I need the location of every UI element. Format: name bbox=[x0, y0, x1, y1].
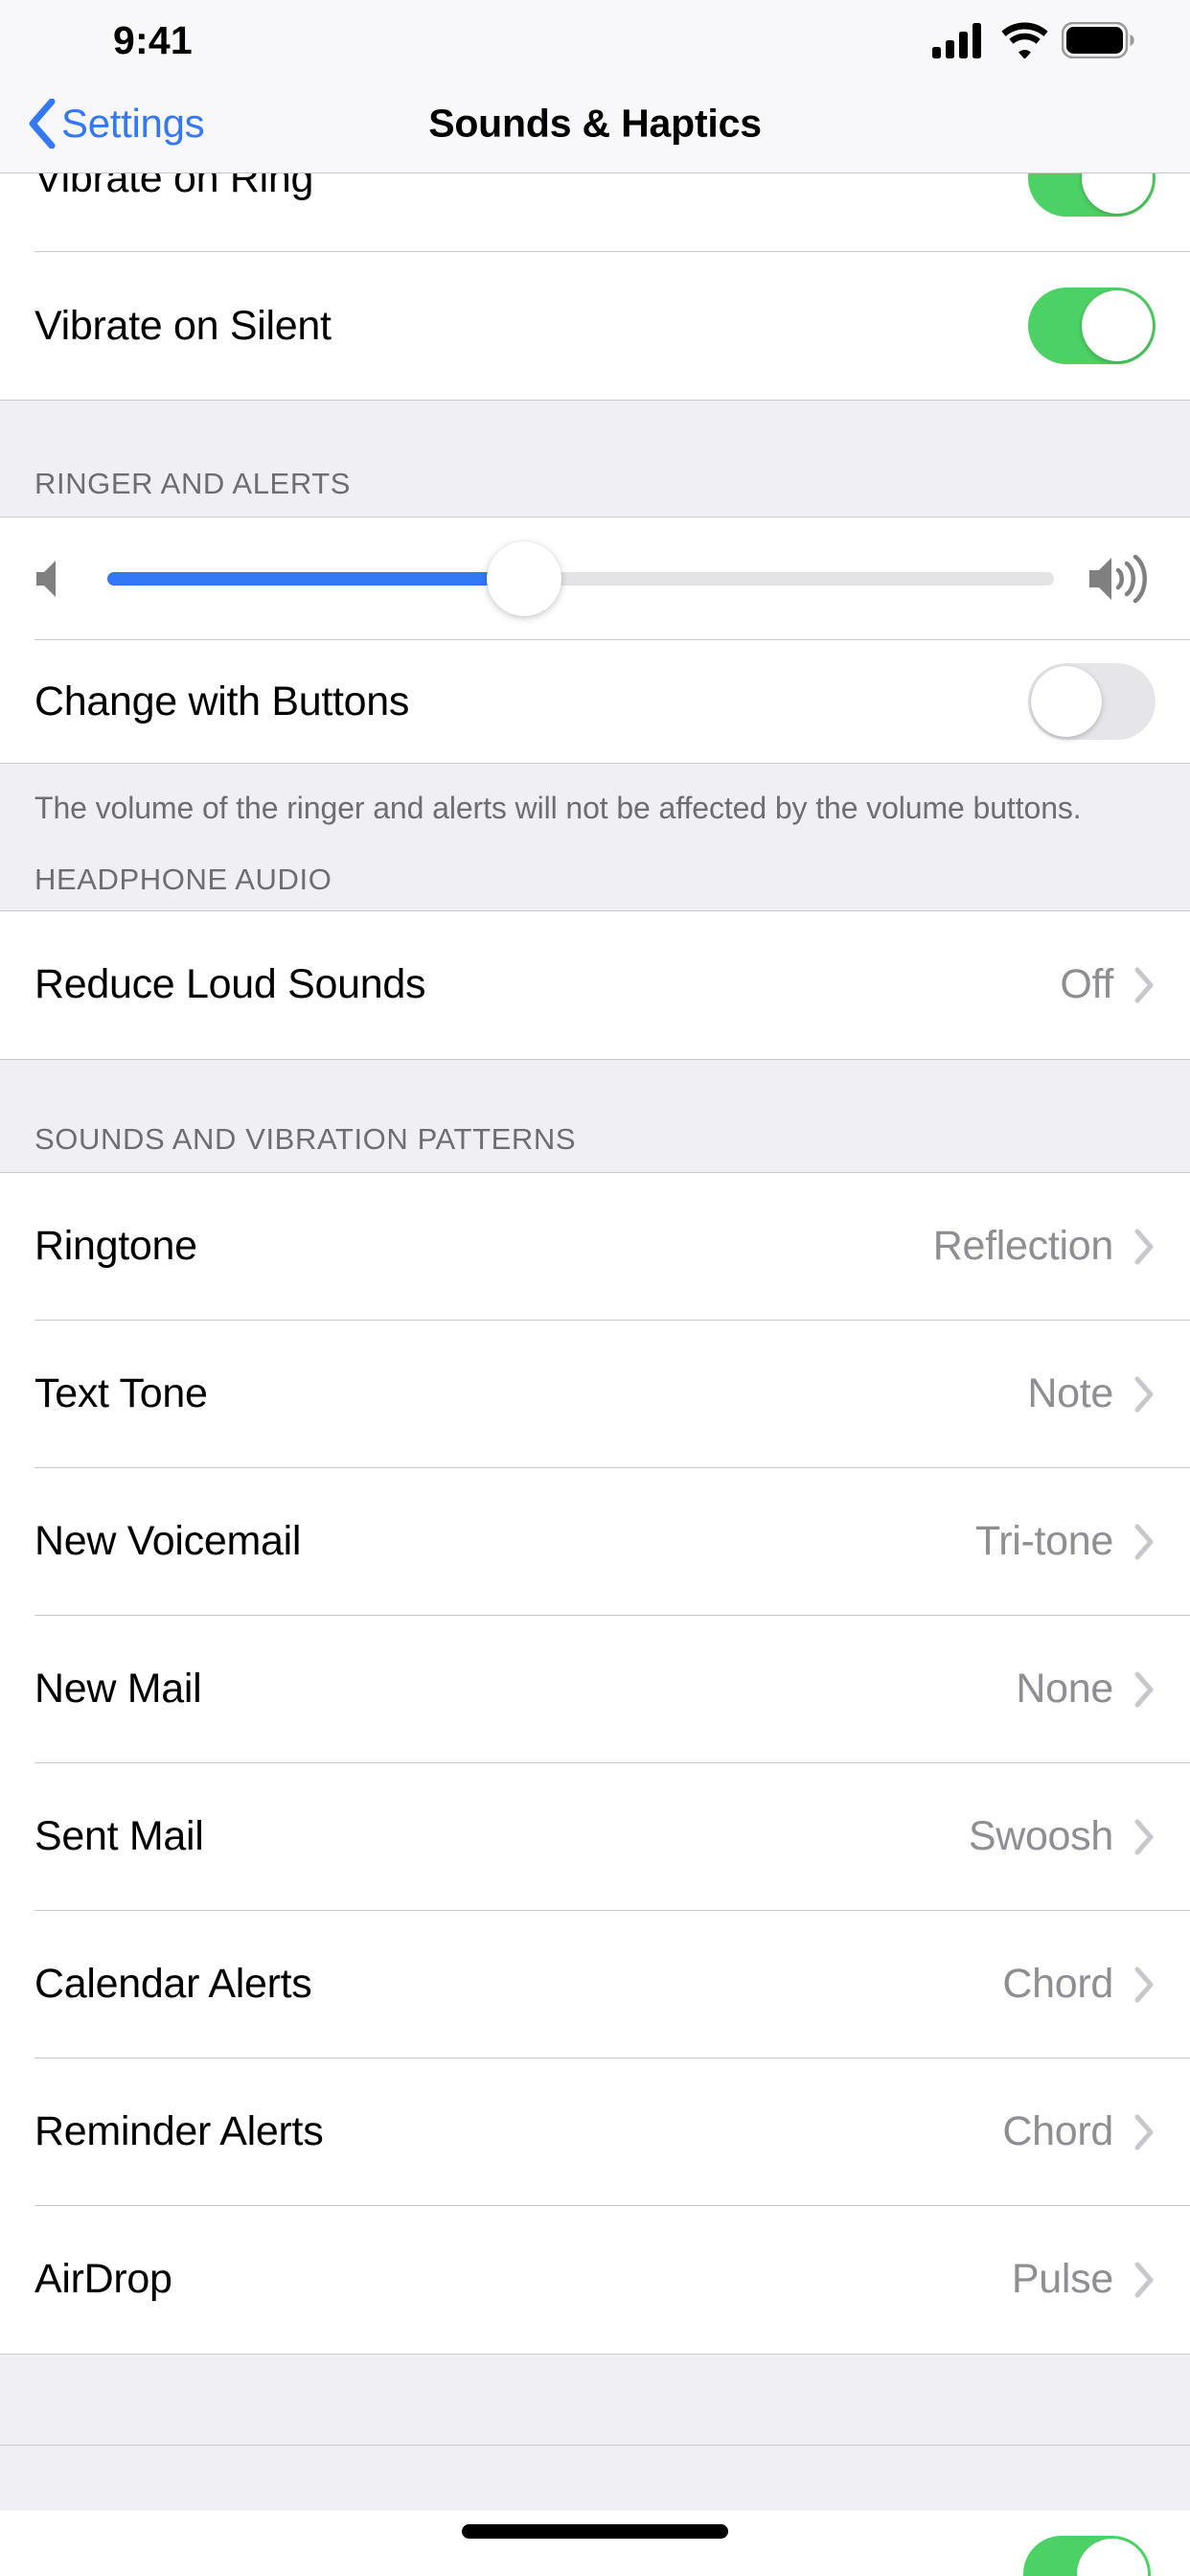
row-value: Chord bbox=[1002, 2108, 1113, 2155]
speaker-wave-icon bbox=[1089, 554, 1147, 604]
row-ringtone[interactable]: Ringtone Reflection bbox=[0, 1172, 1190, 1321]
vibrate-on-ring-toggle[interactable] bbox=[1028, 173, 1156, 217]
row-value: Off bbox=[1060, 961, 1113, 1008]
status-bar-indicators bbox=[932, 22, 1134, 58]
chevron-right-icon bbox=[1134, 967, 1154, 1003]
next-section-toggle-peek[interactable] bbox=[1023, 2536, 1151, 2576]
chevron-right-icon bbox=[1134, 2262, 1154, 2298]
row-reduce-loud-sounds[interactable]: Reduce Loud Sounds Off bbox=[0, 910, 1190, 1059]
home-indicator-area bbox=[0, 2511, 1190, 2576]
row-airdrop[interactable]: AirDrop Pulse bbox=[0, 2205, 1190, 2354]
home-indicator[interactable] bbox=[462, 2524, 728, 2539]
chevron-right-icon bbox=[1134, 1671, 1154, 1708]
row-sent-mail[interactable]: Sent Mail Swoosh bbox=[0, 1762, 1190, 1911]
row-new-mail[interactable]: New Mail None bbox=[0, 1615, 1190, 1763]
sounds-group: Ringtone Reflection Text Tone Note New Voice… bbox=[0, 1171, 1190, 2354]
chevron-right-icon bbox=[1134, 1524, 1154, 1560]
row-value: Swoosh bbox=[968, 1813, 1113, 1860]
row-calendar-alerts[interactable]: Calendar Alerts Chord bbox=[0, 1910, 1190, 2058]
back-button-label: Settings bbox=[61, 101, 205, 146]
cellular-signal-icon bbox=[932, 23, 981, 58]
vibrate-on-silent-toggle[interactable] bbox=[1028, 288, 1156, 364]
chevron-right-icon bbox=[1134, 1376, 1154, 1413]
row-new-voicemail[interactable]: New Voicemail Tri-tone bbox=[0, 1467, 1190, 1616]
speaker-mute-icon bbox=[36, 561, 56, 597]
row-reminder-alerts[interactable]: Reminder Alerts Chord bbox=[0, 2058, 1190, 2206]
row-value: Reflection bbox=[932, 1223, 1114, 1270]
row-label: Reduce Loud Sounds bbox=[34, 961, 426, 1008]
row-value: None bbox=[1016, 1666, 1113, 1713]
bottom-group-gap bbox=[0, 2353, 1190, 2446]
settings-scroll-view[interactable]: Vibrate on Ring Vibrate on Silent RINGER… bbox=[0, 173, 1190, 2576]
section-footer-ringer: The volume of the ringer and alerts will… bbox=[0, 763, 1190, 828]
status-bar: 9:41 bbox=[0, 0, 1190, 75]
slider-fill bbox=[107, 572, 524, 586]
navigation-bar: Settings Sounds & Haptics bbox=[0, 75, 1190, 173]
row-value: Chord bbox=[1002, 1961, 1113, 2008]
row-label: Change with Buttons bbox=[34, 678, 410, 724]
row-label: Vibrate on Ring bbox=[34, 173, 314, 201]
ringer-volume-row[interactable] bbox=[0, 518, 1190, 640]
wifi-icon bbox=[1001, 22, 1048, 58]
battery-full-icon bbox=[1062, 22, 1134, 58]
toggle-knob bbox=[1031, 666, 1102, 737]
section-header-headphone-audio: HEADPHONE AUDIO bbox=[0, 827, 1190, 910]
toggle-knob bbox=[1082, 173, 1153, 214]
chevron-right-icon bbox=[1134, 1819, 1154, 1855]
row-change-with-buttons[interactable]: Change with Buttons bbox=[0, 640, 1190, 763]
status-bar-time: 9:41 bbox=[113, 17, 193, 62]
row-vibrate-on-silent[interactable]: Vibrate on Silent bbox=[0, 252, 1190, 400]
row-label: Ringtone bbox=[34, 1223, 197, 1270]
section-header-ringer-and-alerts: RINGER AND ALERTS bbox=[0, 403, 1190, 517]
chevron-right-icon bbox=[1134, 1229, 1154, 1265]
section-header-sounds-and-vibration-patterns: SOUNDS AND VIBRATION PATTERNS bbox=[0, 1062, 1190, 1172]
toggle-knob bbox=[1082, 290, 1153, 361]
row-label: Sent Mail bbox=[34, 1813, 204, 1860]
row-value: Pulse bbox=[1011, 2256, 1113, 2303]
iphone-screen: 9:41 Settings Sounds & Haptics Vibrate o… bbox=[0, 0, 1190, 2576]
slider-thumb[interactable] bbox=[486, 541, 561, 616]
ringer-volume-slider[interactable] bbox=[107, 540, 1054, 617]
row-label: New Voicemail bbox=[34, 1518, 302, 1565]
row-value: Tri-tone bbox=[974, 1518, 1113, 1565]
vibration-group: Vibrate on Ring Vibrate on Silent bbox=[0, 173, 1190, 400]
row-value: Note bbox=[1027, 1370, 1113, 1417]
chevron-right-icon bbox=[1134, 2114, 1154, 2150]
row-label: Calendar Alerts bbox=[34, 1961, 312, 2008]
row-label: Vibrate on Silent bbox=[34, 302, 332, 349]
row-label: New Mail bbox=[34, 1666, 202, 1713]
change-with-buttons-toggle[interactable] bbox=[1028, 663, 1156, 740]
row-text-tone[interactable]: Text Tone Note bbox=[0, 1320, 1190, 1468]
row-vibrate-on-ring[interactable]: Vibrate on Ring bbox=[0, 173, 1190, 252]
headphone-group: Reduce Loud Sounds Off bbox=[0, 909, 1190, 1059]
chevron-left-icon bbox=[29, 99, 56, 149]
row-label: Reminder Alerts bbox=[34, 2108, 324, 2155]
toggle-knob bbox=[1077, 2539, 1148, 2576]
ringer-group: Change with Buttons bbox=[0, 517, 1190, 763]
row-label: Text Tone bbox=[34, 1370, 208, 1417]
chevron-right-icon bbox=[1134, 1966, 1154, 2003]
back-button[interactable]: Settings bbox=[27, 99, 205, 149]
row-label: AirDrop bbox=[34, 2256, 172, 2303]
